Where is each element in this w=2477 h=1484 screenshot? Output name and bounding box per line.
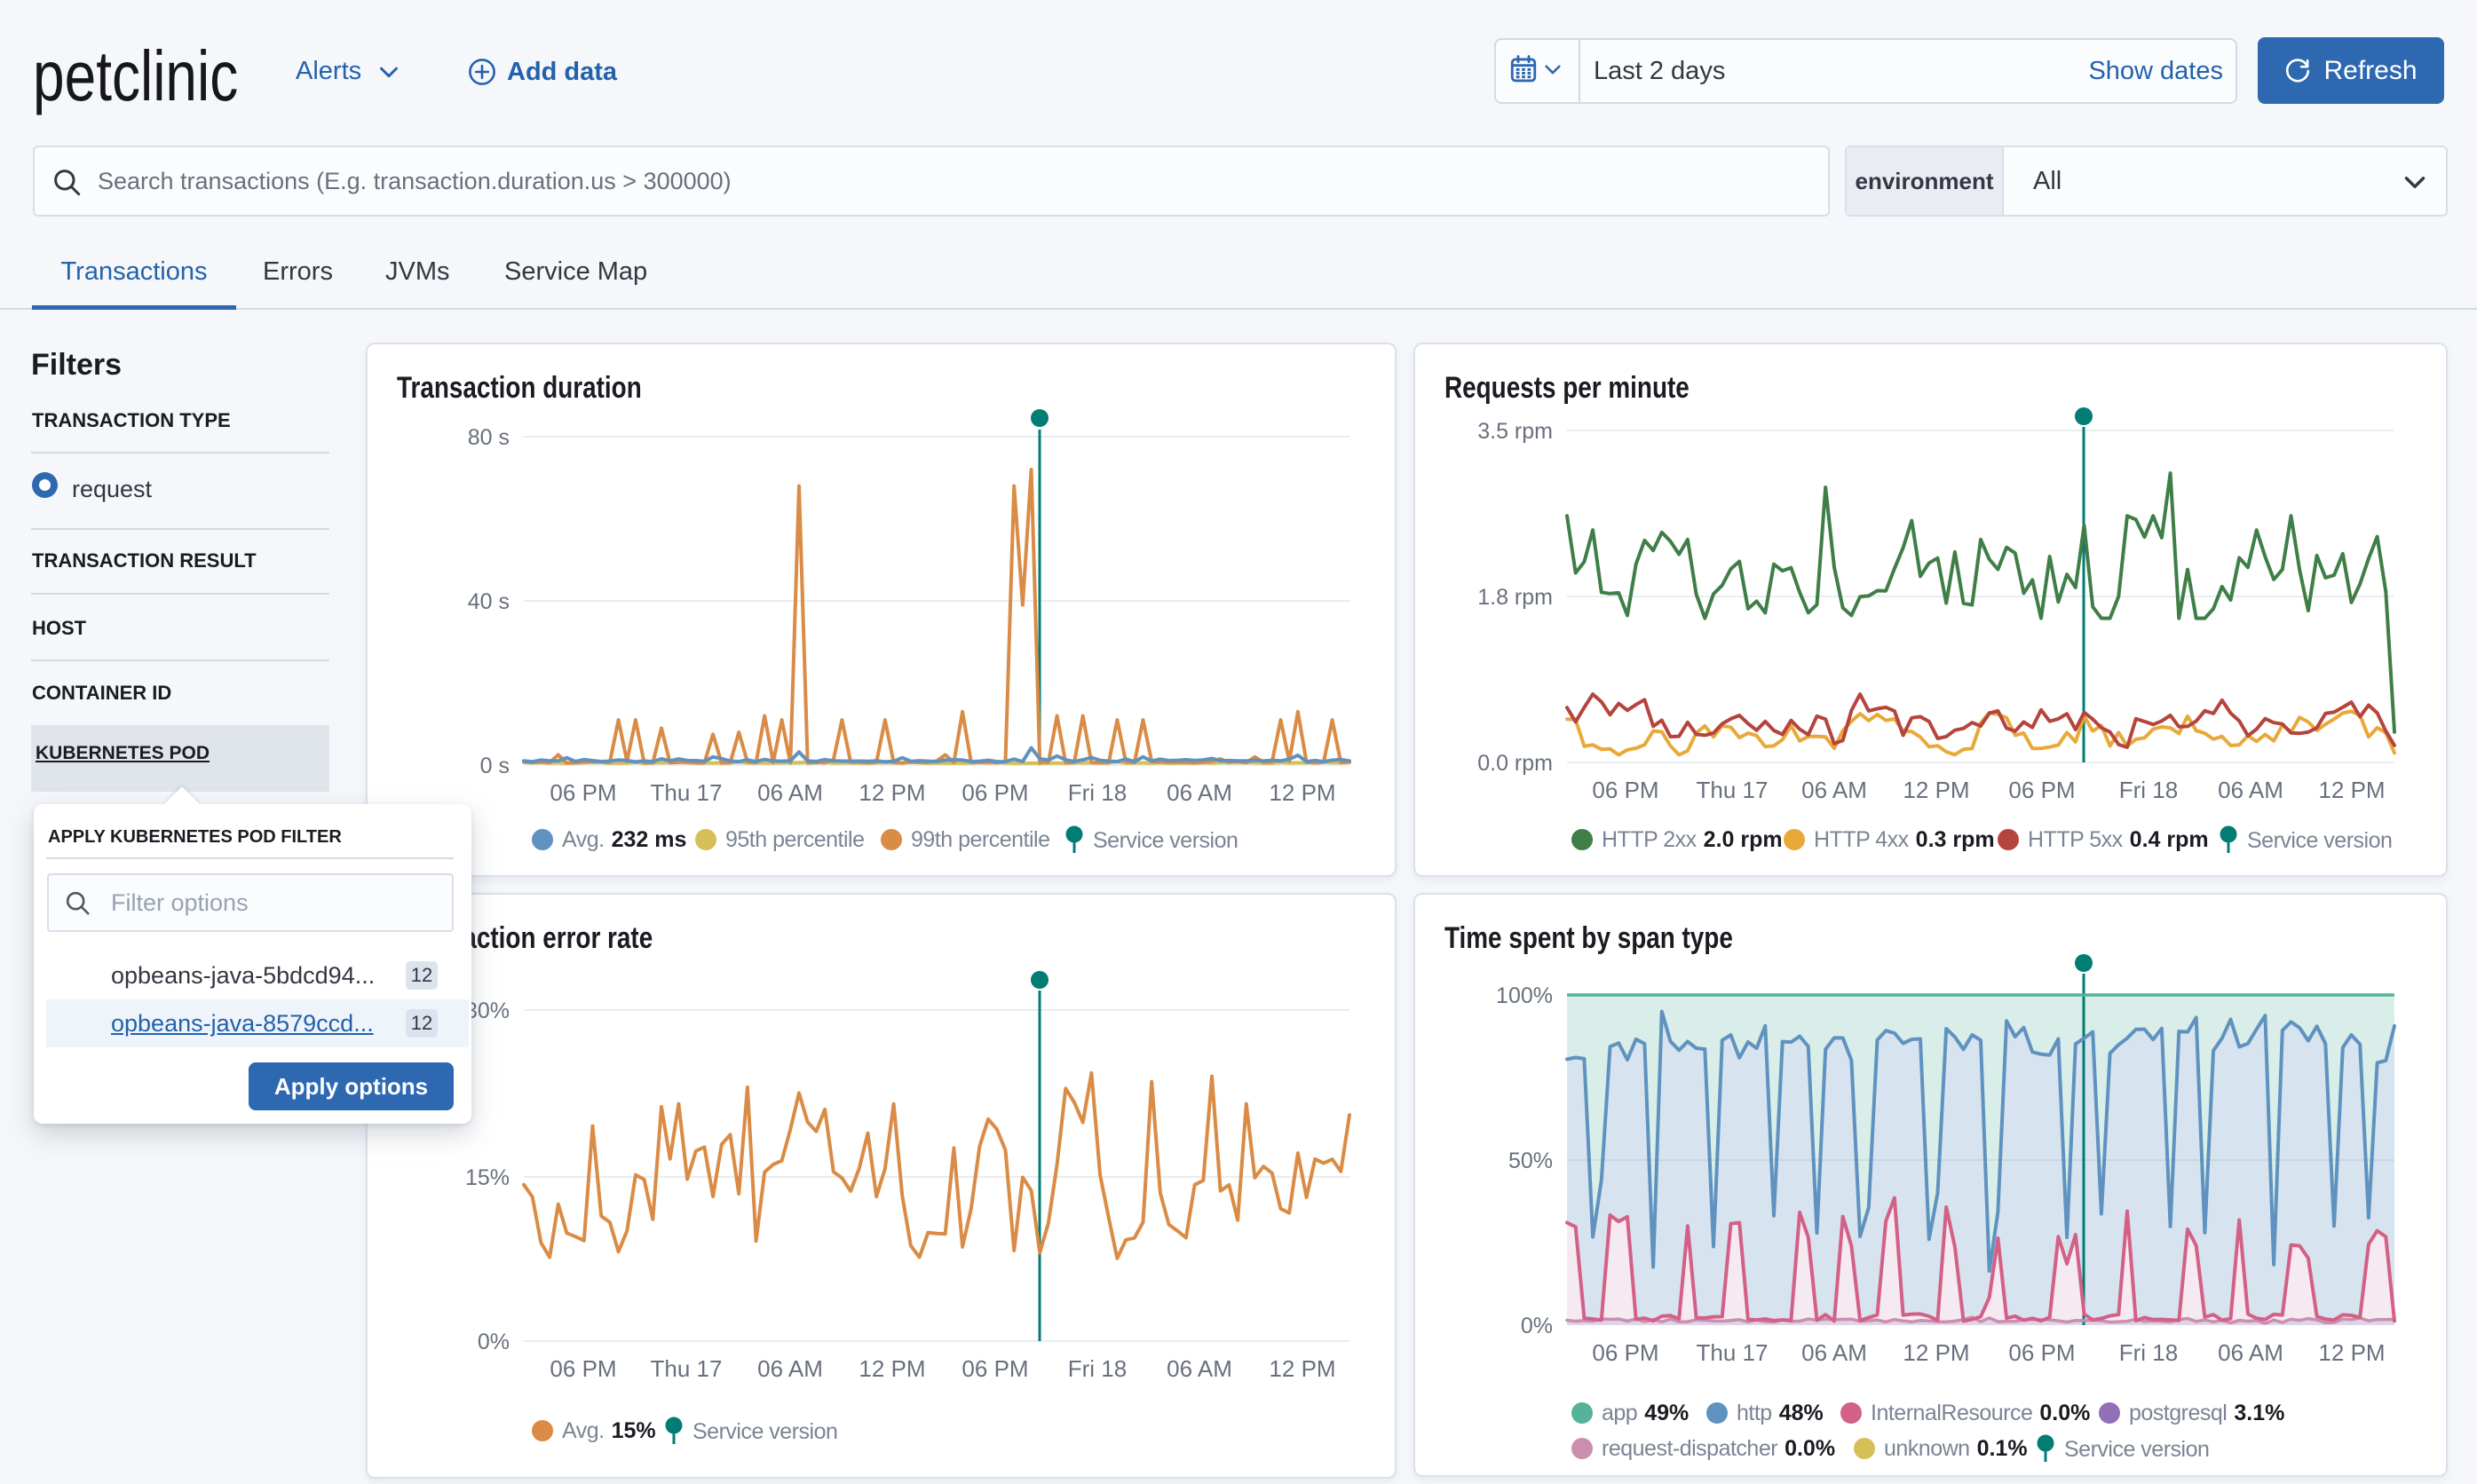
svg-text:06 AM: 06 AM (757, 1355, 823, 1382)
svg-text:06 PM: 06 PM (962, 1355, 1028, 1382)
svg-text:50%: 50% (1508, 1149, 1553, 1173)
svg-text:Thu 17: Thu 17 (651, 779, 723, 806)
svg-text:15%: 15% (465, 1165, 510, 1190)
svg-text:06 AM: 06 AM (1801, 777, 1867, 803)
svg-text:06 AM: 06 AM (2218, 1339, 2283, 1366)
svg-text:0%: 0% (1521, 1314, 1553, 1338)
svg-text:0 s: 0 s (480, 754, 510, 778)
svg-text:40 s: 40 s (468, 589, 510, 614)
svg-text:06 AM: 06 AM (2218, 777, 2283, 803)
svg-text:0.0 rpm: 0.0 rpm (1477, 751, 1553, 776)
svg-text:06 PM: 06 PM (2008, 1339, 2075, 1366)
svg-text:3.5 rpm: 3.5 rpm (1477, 419, 1553, 444)
svg-text:06 AM: 06 AM (1167, 1355, 1232, 1382)
svg-text:06 PM: 06 PM (550, 779, 616, 806)
svg-text:1.8 rpm: 1.8 rpm (1477, 585, 1553, 610)
svg-text:Thu 17: Thu 17 (1697, 777, 1769, 803)
svg-text:100%: 100% (1496, 983, 1553, 1008)
svg-text:80 s: 80 s (468, 425, 510, 450)
svg-text:30%: 30% (465, 999, 510, 1023)
svg-text:06 AM: 06 AM (1801, 1339, 1867, 1366)
svg-text:12 PM: 12 PM (1269, 779, 1335, 806)
svg-text:0%: 0% (478, 1330, 510, 1354)
svg-text:Fri 18: Fri 18 (1068, 779, 1127, 806)
svg-text:Thu 17: Thu 17 (1697, 1339, 1769, 1366)
svg-text:12 PM: 12 PM (2318, 777, 2385, 803)
svg-text:Fri 18: Fri 18 (2119, 1339, 2178, 1366)
svg-text:06 AM: 06 AM (757, 779, 823, 806)
svg-text:Fri 18: Fri 18 (2119, 777, 2178, 803)
svg-text:06 AM: 06 AM (1167, 779, 1232, 806)
svg-text:12 PM: 12 PM (1269, 1355, 1335, 1382)
svg-text:12 PM: 12 PM (859, 1355, 925, 1382)
svg-text:06 PM: 06 PM (2008, 777, 2075, 803)
svg-text:Fri 18: Fri 18 (1068, 1355, 1127, 1382)
svg-text:12 PM: 12 PM (1903, 777, 1969, 803)
svg-text:12 PM: 12 PM (1903, 1339, 1969, 1366)
svg-text:06 PM: 06 PM (962, 779, 1028, 806)
svg-text:12 PM: 12 PM (2318, 1339, 2385, 1366)
svg-text:06 PM: 06 PM (1592, 777, 1658, 803)
svg-text:12 PM: 12 PM (859, 779, 925, 806)
svg-text:06 PM: 06 PM (550, 1355, 616, 1382)
svg-text:Thu 17: Thu 17 (651, 1355, 723, 1382)
svg-text:06 PM: 06 PM (1592, 1339, 1658, 1366)
